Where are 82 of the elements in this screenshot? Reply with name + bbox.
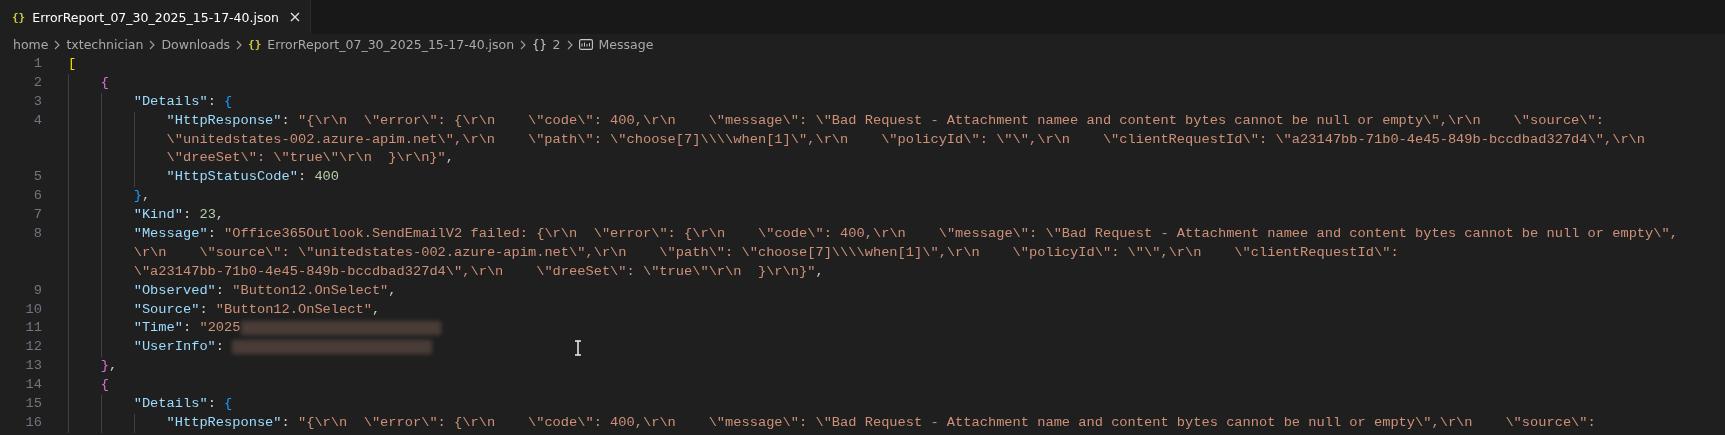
json-key: "HttpStatusCode": [166, 168, 298, 188]
json-file-icon: {}: [12, 10, 26, 24]
line-number: 4: [32, 111, 42, 130]
breadcrumb-item[interactable]: 2: [552, 37, 561, 52]
json-key: "Time": [133, 319, 183, 339]
json-string: \"unitedstates-002.azure-apim.net\",\r\n \"path\": \"choose[7]\\\\when[1]\",\r\n \"policyId\": \"\",\r\n \"clientRequestId\": \"a23147bb-71b0-4e45-849b-bccdbad327d4\",\r\n: [166, 130, 1646, 149]
json-bracket: }: [100, 357, 110, 376]
line-number: 3: [32, 92, 42, 111]
json-bracket: {: [224, 92, 233, 111]
json-number: 23: [199, 206, 216, 225]
json-key: "Kind": [133, 206, 183, 225]
line-number: 5: [32, 168, 42, 187]
chevron-right-icon: [566, 39, 573, 50]
json-key: "Details": [133, 395, 208, 414]
json-string: \r\n \"source\": \"unitedstates-002.azure-apim.net\",\r\n \"path\": \"choose[7]\\\\when[1]\",\r\n \"policyId\": \"\",\r\n \"clientRequestId\":: [133, 243, 1399, 262]
json-punctuation: :: [215, 281, 226, 300]
json-punctuation: :: [183, 206, 193, 225]
json-punctuation: :: [207, 225, 217, 243]
line-number: 6: [32, 187, 42, 206]
line-number: 7: [32, 206, 42, 225]
json-punctuation: ,: [141, 187, 151, 206]
line-number: 2: [32, 73, 42, 92]
json-string: "{\r\n \"error\": {\r\n \"code\": 400,\r\n \"message\": \"Bad Request - Attachment namee and content bytes cannot be null or empty\",\r\n \"source\":: [297, 111, 1604, 130]
json-punctuation: :: [207, 395, 217, 414]
json-bracket: [: [68, 55, 77, 73]
json-key: "HttpResponse": [166, 413, 282, 433]
line-number: 10: [24, 300, 42, 319]
object-braces-icon: {}: [532, 37, 547, 52]
json-punctuation: ,: [445, 149, 455, 168]
json-string: "Button12.OnSelect": [215, 300, 372, 319]
json-punctuation: ,: [109, 357, 118, 376]
json-bracket: {: [100, 376, 110, 395]
json-string: "{\r\n \"error\": {\r\n \"code\": 400,\r\n \"message\": \"Bad Request - Attachment name and content bytes cannot be null or empty\",\r\n \"source\":: [297, 413, 1596, 432]
json-key: "Source": [133, 300, 200, 320]
breadcrumb-item[interactable]: home: [13, 37, 49, 52]
json-string: "Button12.OnSelect": [232, 281, 389, 300]
json-punctuation: :: [199, 300, 209, 319]
line-number: 14: [24, 376, 42, 395]
json-string: \"a23147bb-71b0-4e45-849b-bccdbad327d4\",\r\n \"dreeSet\": \"true\"\r\n }\r\n}": [133, 262, 816, 281]
breadcrumb-item[interactable]: Downloads: [161, 37, 231, 52]
json-punctuation: :: [281, 413, 291, 432]
line-number: 1: [32, 55, 42, 73]
json-key: "UserInfo": [133, 338, 216, 358]
json-bracket: {: [224, 395, 233, 414]
chevron-right-icon: [149, 39, 156, 50]
chevron-right-icon: [54, 39, 61, 50]
json-punctuation: :: [207, 92, 217, 111]
line-number: 11: [24, 319, 42, 338]
text-cursor-icon: [574, 340, 582, 356]
json-punctuation: :: [215, 338, 226, 357]
editor-tab[interactable]: {} ErrorReport_07_30_2025_15-17-40.json: [0, 0, 312, 34]
json-punctuation: ,: [371, 300, 381, 319]
breadcrumb-item[interactable]: txtechnician: [66, 37, 144, 52]
close-icon[interactable]: [290, 12, 301, 22]
chevron-right-icon: [236, 39, 243, 50]
chevron-right-icon: [520, 39, 527, 50]
json-punctuation: :: [281, 111, 291, 130]
line-number: 13: [24, 357, 42, 376]
json-key: "Observed": [133, 281, 216, 301]
json-punctuation: ,: [388, 281, 397, 300]
line-number: 15: [24, 395, 42, 414]
json-string: "2025: [199, 319, 241, 338]
line-number: 9: [32, 281, 42, 300]
json-key: "Details": [133, 92, 208, 112]
json-punctuation: ,: [815, 262, 824, 281]
json-punctuation: :: [183, 319, 193, 338]
json-bracket: {: [100, 73, 110, 92]
json-number: 400: [314, 168, 340, 187]
json-key: "Message": [133, 225, 208, 244]
string-icon: [578, 39, 593, 50]
breadcrumb-item[interactable]: ErrorReport_07_30_2025_15-17-40.json: [267, 37, 515, 52]
json-string: \"dreeSet\": \"true\"\r\n }\r\n}": [166, 149, 446, 168]
json-string: "Office365Outlook.SendEmailV2 failed: {\r\n \"error\": {\r\n \"code\": 400,\r\n \"message\": \"Bad Request - Attachment namee and content bytes cannot be null or empty\",: [224, 225, 1678, 243]
line-number: 16: [24, 413, 42, 432]
line-number: 8: [32, 225, 42, 243]
json-file-icon: {}: [248, 38, 262, 51]
json-key: "HttpResponse": [166, 111, 282, 131]
json-punctuation: ,: [215, 206, 225, 225]
json-punctuation: :: [297, 168, 308, 187]
line-number: 12: [24, 338, 42, 357]
breadcrumb-item[interactable]: Message: [598, 37, 654, 52]
json-bracket: }: [133, 187, 142, 206]
